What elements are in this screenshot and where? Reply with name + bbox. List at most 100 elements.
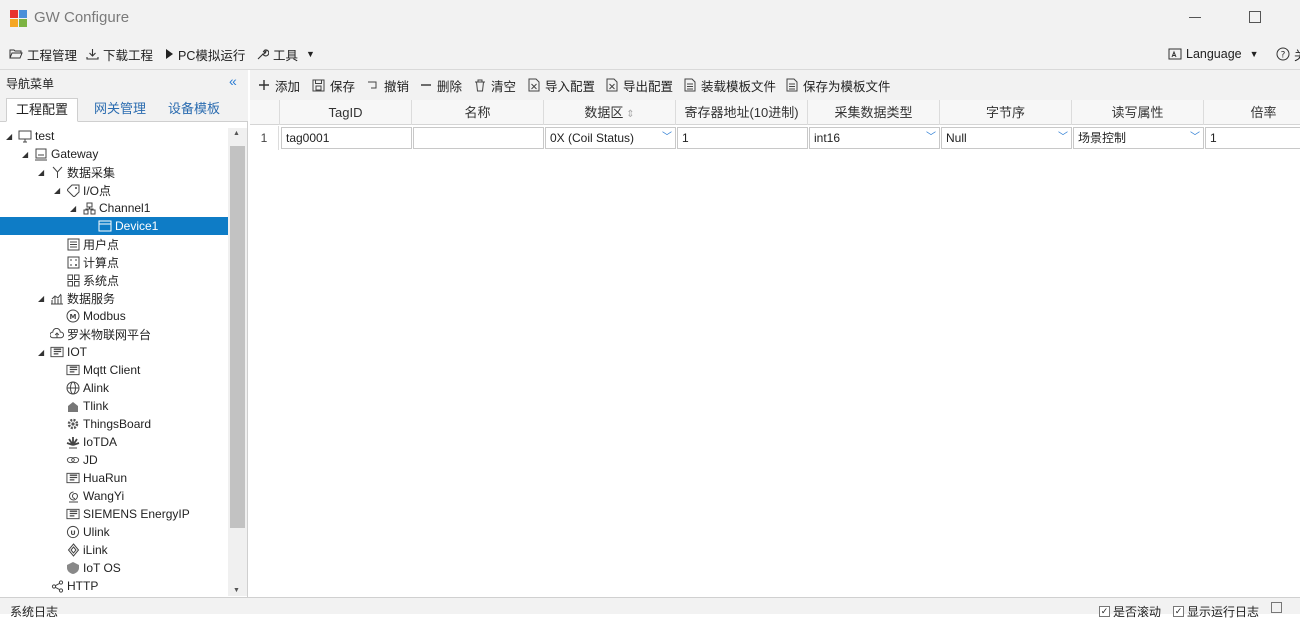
toolbar-button-label: 添加 [275, 79, 301, 94]
toolbar-button-minus[interactable]: 删除 [420, 77, 462, 94]
sort-icon[interactable]: ⇕ [623, 109, 634, 120]
scroll-up-icon[interactable]: ▲ [233, 130, 240, 137]
tag-grid: TagID 名称 数据区 ⇕ 寄存器地址(10进制) 采集数据类型 字节序 读写属性 倍率 1… [250, 100, 1300, 597]
menu-pc-simulation[interactable]: PC模拟运行 [164, 46, 245, 63]
tree-scrollbar[interactable]: ▲ ▼ [228, 128, 247, 596]
expand-arrow-icon[interactable]: ◢ [38, 168, 44, 177]
tree-item-iot-os[interactable]: IoT OS [0, 559, 228, 577]
column-header[interactable]: 寄存器地址(10进制) [676, 100, 808, 125]
tree-item-label: Channel1 [99, 201, 151, 215]
toolbar-button-export[interactable]: 导出配置 [606, 77, 673, 94]
toolbar-button-undo[interactable]: 撤销 [366, 77, 409, 94]
ulink-icon: U [66, 525, 80, 539]
toolbar-button-plus[interactable]: 添加 [258, 77, 301, 94]
menu-project-management[interactable]: 工程管理 [9, 46, 77, 63]
tree-item-ulink[interactable]: U Ulink [0, 523, 228, 541]
column-header[interactable]: 数据区 ⇕ [544, 100, 676, 125]
minus-icon [420, 79, 432, 91]
column-header-label: 数据区 [584, 105, 624, 120]
toolbar-button-trash[interactable]: 清空 [474, 77, 516, 94]
menu-tools[interactable]: 工具 ▼ [256, 46, 315, 63]
scroll-down-icon[interactable]: ▼ [233, 587, 240, 594]
svg-text:U: U [70, 529, 75, 537]
tree-item-jd[interactable]: JD [0, 451, 228, 469]
tree-item-gateway[interactable]: ◢ Gateway [0, 145, 228, 163]
help-menu[interactable]: ? 关 [1276, 46, 1300, 63]
tree-item-modbus[interactable]: M Modbus [0, 307, 228, 325]
cell-select[interactable]: int16 ﹀ [809, 127, 940, 149]
tree-item-用户点[interactable]: 用户点 [0, 235, 228, 253]
tree-item-http[interactable]: HTTP [0, 577, 228, 595]
cell-input[interactable]: 1 [677, 127, 808, 149]
minimize-button[interactable] [1189, 17, 1201, 18]
tree-item-test[interactable]: ◢ test [0, 127, 228, 145]
tree-item-wangyi[interactable]: WangYi [0, 487, 228, 505]
cell-select[interactable]: 0X (Coil Status) ﹀ [545, 127, 676, 149]
menu-download-project[interactable]: 下载工程 [86, 46, 153, 63]
calculator-icon [66, 255, 80, 269]
tree-item-label: 数据采集 [67, 165, 116, 180]
cloud-icon [50, 327, 64, 341]
cell-value: 0X (Coil Status) [550, 131, 635, 145]
tree-item-系统点[interactable]: 系统点 [0, 271, 228, 289]
tree-item-数据采集[interactable]: ◢ 数据采集 [0, 163, 228, 181]
auto-scroll-checkbox[interactable]: ✓ 是否滚动 [1099, 603, 1161, 620]
device-icon [98, 219, 112, 233]
maximize-button[interactable] [1249, 11, 1261, 23]
tree-item-mqtt-client[interactable]: Mqtt Client [0, 361, 228, 379]
tab-gateway-management[interactable]: 网关管理 [85, 98, 155, 122]
tab-project-config[interactable]: 工程配置 [6, 98, 79, 122]
tree-item-tlink[interactable]: Tlink [0, 397, 228, 415]
cell-select[interactable]: Null ﹀ [941, 127, 1072, 149]
scrollbar-thumb[interactable] [230, 146, 245, 528]
tree-item-ilink[interactable]: iLink [0, 541, 228, 559]
tree-item-i-o点[interactable]: ◢ I/O点 [0, 181, 228, 199]
column-header[interactable]: 名称 [412, 100, 544, 125]
column-header-label: TagID [328, 105, 363, 120]
tree-item-siemens-energyip[interactable]: SIEMENS EnergyIP [0, 505, 228, 523]
toolbar-button-import[interactable]: 导入配置 [528, 77, 595, 94]
collapse-panel-icon[interactable]: « [229, 73, 237, 89]
tree-item-iot[interactable]: ◢ IOT [0, 343, 228, 361]
column-header[interactable]: 倍率 [1204, 100, 1300, 125]
expand-arrow-icon[interactable]: ◢ [38, 348, 44, 357]
cell-input[interactable]: 1 [1205, 127, 1300, 149]
tree-item-计算点[interactable]: 计算点 [0, 253, 228, 271]
expand-arrow-icon[interactable]: ◢ [22, 150, 28, 159]
tree-item-thingsboard[interactable]: ThingsBoard [0, 415, 228, 433]
tree-item-数据服务[interactable]: ◢ 数据服务 [0, 289, 228, 307]
gear-icon [66, 417, 80, 431]
tree-item-huarun[interactable]: HuaRun [0, 469, 228, 487]
tree-item-alink[interactable]: Alink [0, 379, 228, 397]
column-header[interactable]: TagID [280, 100, 412, 125]
cell-select[interactable]: 场景控制 ﹀ [1073, 127, 1204, 149]
tree-item-device1[interactable]: Device1 [0, 217, 228, 235]
chevron-down-icon[interactable]: ﹀ [926, 128, 936, 148]
undo-icon [366, 79, 379, 91]
save-log-icon[interactable] [1271, 602, 1282, 613]
column-header[interactable]: 读写属性 [1072, 100, 1204, 125]
toolbar-button-save[interactable]: 保存 [312, 77, 355, 94]
tree-item-label: 用户点 [83, 237, 120, 252]
chevron-down-icon[interactable]: ﹀ [662, 128, 672, 148]
tree-item-罗米物联网平台[interactable]: 罗米物联网平台 [0, 325, 228, 343]
tree-item-label: IoT OS [83, 561, 121, 575]
expand-arrow-icon[interactable]: ◢ [54, 186, 60, 195]
diamond-icon [66, 543, 80, 557]
toolbar-button-save-file[interactable]: 保存为模板文件 [786, 77, 891, 94]
tab-device-template[interactable]: 设备模板 [159, 98, 229, 122]
chevron-down-icon[interactable]: ﹀ [1190, 128, 1200, 148]
tree-item-iotda[interactable]: IoTDA [0, 433, 228, 451]
expand-arrow-icon[interactable]: ◢ [6, 132, 12, 141]
expand-arrow-icon[interactable]: ◢ [70, 204, 76, 213]
show-log-checkbox[interactable]: ✓ 显示运行日志 [1173, 603, 1259, 620]
expand-arrow-icon[interactable]: ◢ [38, 294, 44, 303]
cell-input[interactable]: tag0001 [281, 127, 412, 149]
column-header[interactable]: 字节序 [940, 100, 1072, 125]
tree-item-channel1[interactable]: ◢ Channel1 [0, 199, 228, 217]
column-header[interactable]: 采集数据类型 [808, 100, 940, 125]
cell-input[interactable] [413, 127, 544, 149]
language-menu[interactable]: Language ▼ [1168, 46, 1259, 62]
toolbar-button-load-file[interactable]: 装载模板文件 [684, 77, 776, 94]
chevron-down-icon[interactable]: ﹀ [1058, 128, 1068, 148]
